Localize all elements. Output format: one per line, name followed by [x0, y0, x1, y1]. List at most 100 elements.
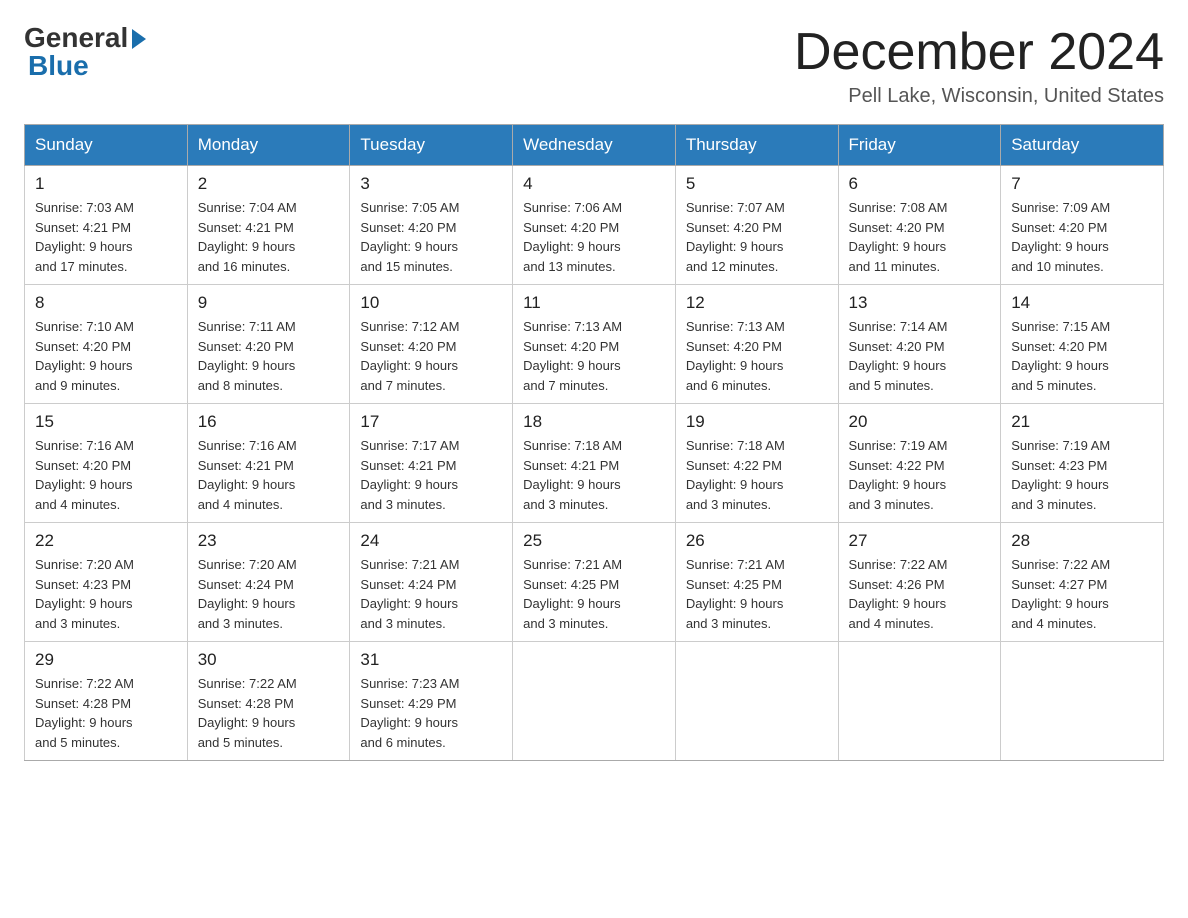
day-number: 23: [198, 531, 340, 551]
day-number: 21: [1011, 412, 1153, 432]
day-info: Sunrise: 7:11 AM Sunset: 4:20 PM Dayligh…: [198, 317, 340, 395]
day-number: 22: [35, 531, 177, 551]
calendar-day-cell: [675, 642, 838, 761]
day-info: Sunrise: 7:20 AM Sunset: 4:24 PM Dayligh…: [198, 555, 340, 633]
day-number: 8: [35, 293, 177, 313]
calendar-header-row: SundayMondayTuesdayWednesdayThursdayFrid…: [25, 125, 1164, 166]
day-info: Sunrise: 7:09 AM Sunset: 4:20 PM Dayligh…: [1011, 198, 1153, 276]
calendar-day-cell: 1 Sunrise: 7:03 AM Sunset: 4:21 PM Dayli…: [25, 166, 188, 285]
day-number: 11: [523, 293, 665, 313]
calendar-table: SundayMondayTuesdayWednesdayThursdayFrid…: [24, 124, 1164, 761]
day-number: 14: [1011, 293, 1153, 313]
calendar-day-cell: 11 Sunrise: 7:13 AM Sunset: 4:20 PM Dayl…: [513, 285, 676, 404]
calendar-day-cell: 29 Sunrise: 7:22 AM Sunset: 4:28 PM Dayl…: [25, 642, 188, 761]
day-number: 4: [523, 174, 665, 194]
day-info: Sunrise: 7:23 AM Sunset: 4:29 PM Dayligh…: [360, 674, 502, 752]
day-of-week-header: Thursday: [675, 125, 838, 166]
calendar-day-cell: 8 Sunrise: 7:10 AM Sunset: 4:20 PM Dayli…: [25, 285, 188, 404]
day-number: 31: [360, 650, 502, 670]
day-number: 9: [198, 293, 340, 313]
calendar-day-cell: 20 Sunrise: 7:19 AM Sunset: 4:22 PM Dayl…: [838, 404, 1001, 523]
page-header: General Blue December 2024 Pell Lake, Wi…: [24, 24, 1164, 108]
day-info: Sunrise: 7:06 AM Sunset: 4:20 PM Dayligh…: [523, 198, 665, 276]
calendar-day-cell: [1001, 642, 1164, 761]
calendar-day-cell: [513, 642, 676, 761]
day-info: Sunrise: 7:13 AM Sunset: 4:20 PM Dayligh…: [686, 317, 828, 395]
day-info: Sunrise: 7:22 AM Sunset: 4:28 PM Dayligh…: [198, 674, 340, 752]
day-number: 29: [35, 650, 177, 670]
day-number: 26: [686, 531, 828, 551]
day-of-week-header: Sunday: [25, 125, 188, 166]
calendar-day-cell: 23 Sunrise: 7:20 AM Sunset: 4:24 PM Dayl…: [187, 523, 350, 642]
day-number: 27: [849, 531, 991, 551]
day-of-week-header: Tuesday: [350, 125, 513, 166]
day-number: 24: [360, 531, 502, 551]
day-info: Sunrise: 7:19 AM Sunset: 4:22 PM Dayligh…: [849, 436, 991, 514]
day-info: Sunrise: 7:08 AM Sunset: 4:20 PM Dayligh…: [849, 198, 991, 276]
day-info: Sunrise: 7:21 AM Sunset: 4:24 PM Dayligh…: [360, 555, 502, 633]
calendar-week-row: 1 Sunrise: 7:03 AM Sunset: 4:21 PM Dayli…: [25, 166, 1164, 285]
day-info: Sunrise: 7:04 AM Sunset: 4:21 PM Dayligh…: [198, 198, 340, 276]
day-of-week-header: Friday: [838, 125, 1001, 166]
calendar-day-cell: 14 Sunrise: 7:15 AM Sunset: 4:20 PM Dayl…: [1001, 285, 1164, 404]
day-number: 30: [198, 650, 340, 670]
calendar-day-cell: 25 Sunrise: 7:21 AM Sunset: 4:25 PM Dayl…: [513, 523, 676, 642]
calendar-week-row: 15 Sunrise: 7:16 AM Sunset: 4:20 PM Dayl…: [25, 404, 1164, 523]
calendar-day-cell: 21 Sunrise: 7:19 AM Sunset: 4:23 PM Dayl…: [1001, 404, 1164, 523]
day-number: 12: [686, 293, 828, 313]
calendar-week-row: 8 Sunrise: 7:10 AM Sunset: 4:20 PM Dayli…: [25, 285, 1164, 404]
day-info: Sunrise: 7:18 AM Sunset: 4:22 PM Dayligh…: [686, 436, 828, 514]
day-info: Sunrise: 7:13 AM Sunset: 4:20 PM Dayligh…: [523, 317, 665, 395]
day-info: Sunrise: 7:22 AM Sunset: 4:28 PM Dayligh…: [35, 674, 177, 752]
day-number: 18: [523, 412, 665, 432]
day-number: 28: [1011, 531, 1153, 551]
calendar-day-cell: 19 Sunrise: 7:18 AM Sunset: 4:22 PM Dayl…: [675, 404, 838, 523]
day-info: Sunrise: 7:03 AM Sunset: 4:21 PM Dayligh…: [35, 198, 177, 276]
calendar-day-cell: 10 Sunrise: 7:12 AM Sunset: 4:20 PM Dayl…: [350, 285, 513, 404]
day-number: 15: [35, 412, 177, 432]
calendar-day-cell: 16 Sunrise: 7:16 AM Sunset: 4:21 PM Dayl…: [187, 404, 350, 523]
calendar-day-cell: 26 Sunrise: 7:21 AM Sunset: 4:25 PM Dayl…: [675, 523, 838, 642]
calendar-day-cell: 2 Sunrise: 7:04 AM Sunset: 4:21 PM Dayli…: [187, 166, 350, 285]
day-number: 5: [686, 174, 828, 194]
calendar-day-cell: 7 Sunrise: 7:09 AM Sunset: 4:20 PM Dayli…: [1001, 166, 1164, 285]
day-number: 1: [35, 174, 177, 194]
month-title: December 2024: [794, 24, 1164, 81]
day-of-week-header: Wednesday: [513, 125, 676, 166]
day-info: Sunrise: 7:10 AM Sunset: 4:20 PM Dayligh…: [35, 317, 177, 395]
day-info: Sunrise: 7:22 AM Sunset: 4:27 PM Dayligh…: [1011, 555, 1153, 633]
calendar-day-cell: 3 Sunrise: 7:05 AM Sunset: 4:20 PM Dayli…: [350, 166, 513, 285]
day-info: Sunrise: 7:22 AM Sunset: 4:26 PM Dayligh…: [849, 555, 991, 633]
day-number: 17: [360, 412, 502, 432]
calendar-day-cell: 6 Sunrise: 7:08 AM Sunset: 4:20 PM Dayli…: [838, 166, 1001, 285]
calendar-day-cell: 24 Sunrise: 7:21 AM Sunset: 4:24 PM Dayl…: [350, 523, 513, 642]
day-info: Sunrise: 7:18 AM Sunset: 4:21 PM Dayligh…: [523, 436, 665, 514]
day-info: Sunrise: 7:21 AM Sunset: 4:25 PM Dayligh…: [686, 555, 828, 633]
day-info: Sunrise: 7:15 AM Sunset: 4:20 PM Dayligh…: [1011, 317, 1153, 395]
calendar-day-cell: 12 Sunrise: 7:13 AM Sunset: 4:20 PM Dayl…: [675, 285, 838, 404]
title-section: December 2024 Pell Lake, Wisconsin, Unit…: [794, 24, 1164, 108]
logo-blue-text: Blue: [28, 52, 146, 80]
day-number: 19: [686, 412, 828, 432]
day-info: Sunrise: 7:05 AM Sunset: 4:20 PM Dayligh…: [360, 198, 502, 276]
day-number: 10: [360, 293, 502, 313]
day-of-week-header: Saturday: [1001, 125, 1164, 166]
day-info: Sunrise: 7:21 AM Sunset: 4:25 PM Dayligh…: [523, 555, 665, 633]
calendar-day-cell: 27 Sunrise: 7:22 AM Sunset: 4:26 PM Dayl…: [838, 523, 1001, 642]
logo: General Blue: [24, 24, 146, 80]
calendar-day-cell: [838, 642, 1001, 761]
day-number: 16: [198, 412, 340, 432]
calendar-day-cell: 9 Sunrise: 7:11 AM Sunset: 4:20 PM Dayli…: [187, 285, 350, 404]
day-number: 6: [849, 174, 991, 194]
calendar-week-row: 29 Sunrise: 7:22 AM Sunset: 4:28 PM Dayl…: [25, 642, 1164, 761]
day-of-week-header: Monday: [187, 125, 350, 166]
day-info: Sunrise: 7:20 AM Sunset: 4:23 PM Dayligh…: [35, 555, 177, 633]
location-text: Pell Lake, Wisconsin, United States: [794, 85, 1164, 108]
calendar-day-cell: 30 Sunrise: 7:22 AM Sunset: 4:28 PM Dayl…: [187, 642, 350, 761]
calendar-day-cell: 4 Sunrise: 7:06 AM Sunset: 4:20 PM Dayli…: [513, 166, 676, 285]
logo-general-text: General: [24, 24, 128, 52]
day-number: 13: [849, 293, 991, 313]
day-number: 7: [1011, 174, 1153, 194]
calendar-day-cell: 17 Sunrise: 7:17 AM Sunset: 4:21 PM Dayl…: [350, 404, 513, 523]
day-info: Sunrise: 7:07 AM Sunset: 4:20 PM Dayligh…: [686, 198, 828, 276]
